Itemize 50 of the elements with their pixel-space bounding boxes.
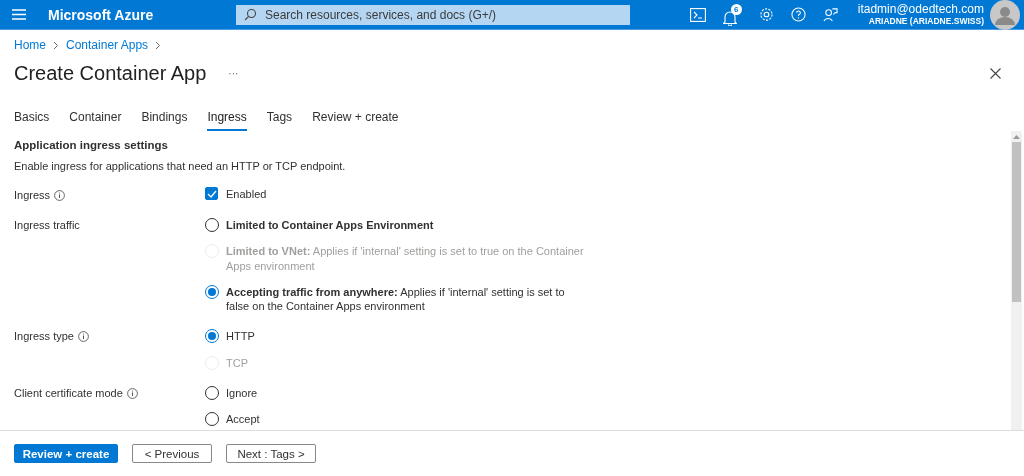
footer-button[interactable]: Review + create (14, 444, 118, 463)
breadcrumb-link[interactable]: Container Apps (66, 38, 149, 52)
search-icon (244, 8, 257, 21)
feedback-icon[interactable] (822, 7, 838, 22)
section-heading: Application ingress settings (14, 139, 169, 151)
checkbox[interactable] (205, 187, 218, 200)
tenant-name: ARIADNE (ARIADNE.SWISS) (868, 16, 984, 27)
search-field[interactable]: Search resources, services, and docs (G+/) (236, 4, 630, 25)
tab[interactable]: Bindings (141, 106, 188, 131)
chevron-icon (155, 40, 162, 50)
brand-name[interactable]: Microsoft Azure (48, 6, 228, 23)
section-description: Enable ingress for applications that need an HTTP or TCP endpoint. (14, 160, 347, 172)
field-label: Ingress traffic (14, 219, 80, 231)
notification-badge: 6 (730, 3, 742, 15)
radio-label: Ignore (226, 386, 258, 401)
info-icon[interactable] (126, 387, 138, 399)
radio-label: TCP (226, 355, 248, 371)
tab[interactable]: Container (69, 106, 122, 131)
terminal-icon[interactable] (689, 7, 706, 22)
help-icon[interactable] (790, 7, 806, 22)
scroll-up-icon[interactable] (1013, 134, 1020, 139)
checkbox-label: Enabled (226, 187, 267, 200)
radio-label: Accept (226, 412, 260, 427)
menu-icon[interactable] (12, 9, 26, 20)
radio-label: HTTP (226, 329, 255, 344)
more-button[interactable]: ··· (228, 67, 239, 79)
info-icon[interactable] (54, 189, 66, 201)
radio-label: Limited to VNet: Applies if 'internal' setting is set to true on the Container Apps environment (226, 244, 585, 273)
avatar-icon[interactable] (990, 0, 1020, 30)
tab[interactable]: Review + create (312, 106, 399, 131)
footer-button[interactable]: < Previous (132, 444, 212, 463)
field-label: Client certificate mode (14, 387, 123, 400)
tab[interactable]: Basics (14, 106, 50, 131)
notifications-button[interactable]: 6 (722, 3, 742, 26)
breadcrumb-link[interactable]: Home (14, 38, 46, 52)
chevron-icon (53, 40, 59, 50)
settings-icon[interactable] (758, 7, 774, 22)
user-email[interactable]: itadmin@odedtech.com (857, 2, 984, 17)
field-label: Ingress (14, 189, 51, 201)
footer-button[interactable]: Next : Tags > (226, 444, 316, 463)
close-icon[interactable] (990, 67, 1001, 79)
page-title: Create Container App (14, 61, 207, 85)
field-label: Ingress type (14, 330, 74, 343)
radio-label: Limited to Container Apps Environment (226, 218, 434, 233)
radio-label: Accepting traffic from anywhere: Applies if 'internal' setting is set to false on the Container Apps environment (226, 284, 566, 314)
tab[interactable]: Ingress (207, 106, 247, 131)
info-icon[interactable] (77, 331, 89, 342)
scrollbar[interactable] (1011, 131, 1022, 430)
bell-icon (722, 9, 737, 26)
tab[interactable]: Tags (266, 106, 293, 131)
